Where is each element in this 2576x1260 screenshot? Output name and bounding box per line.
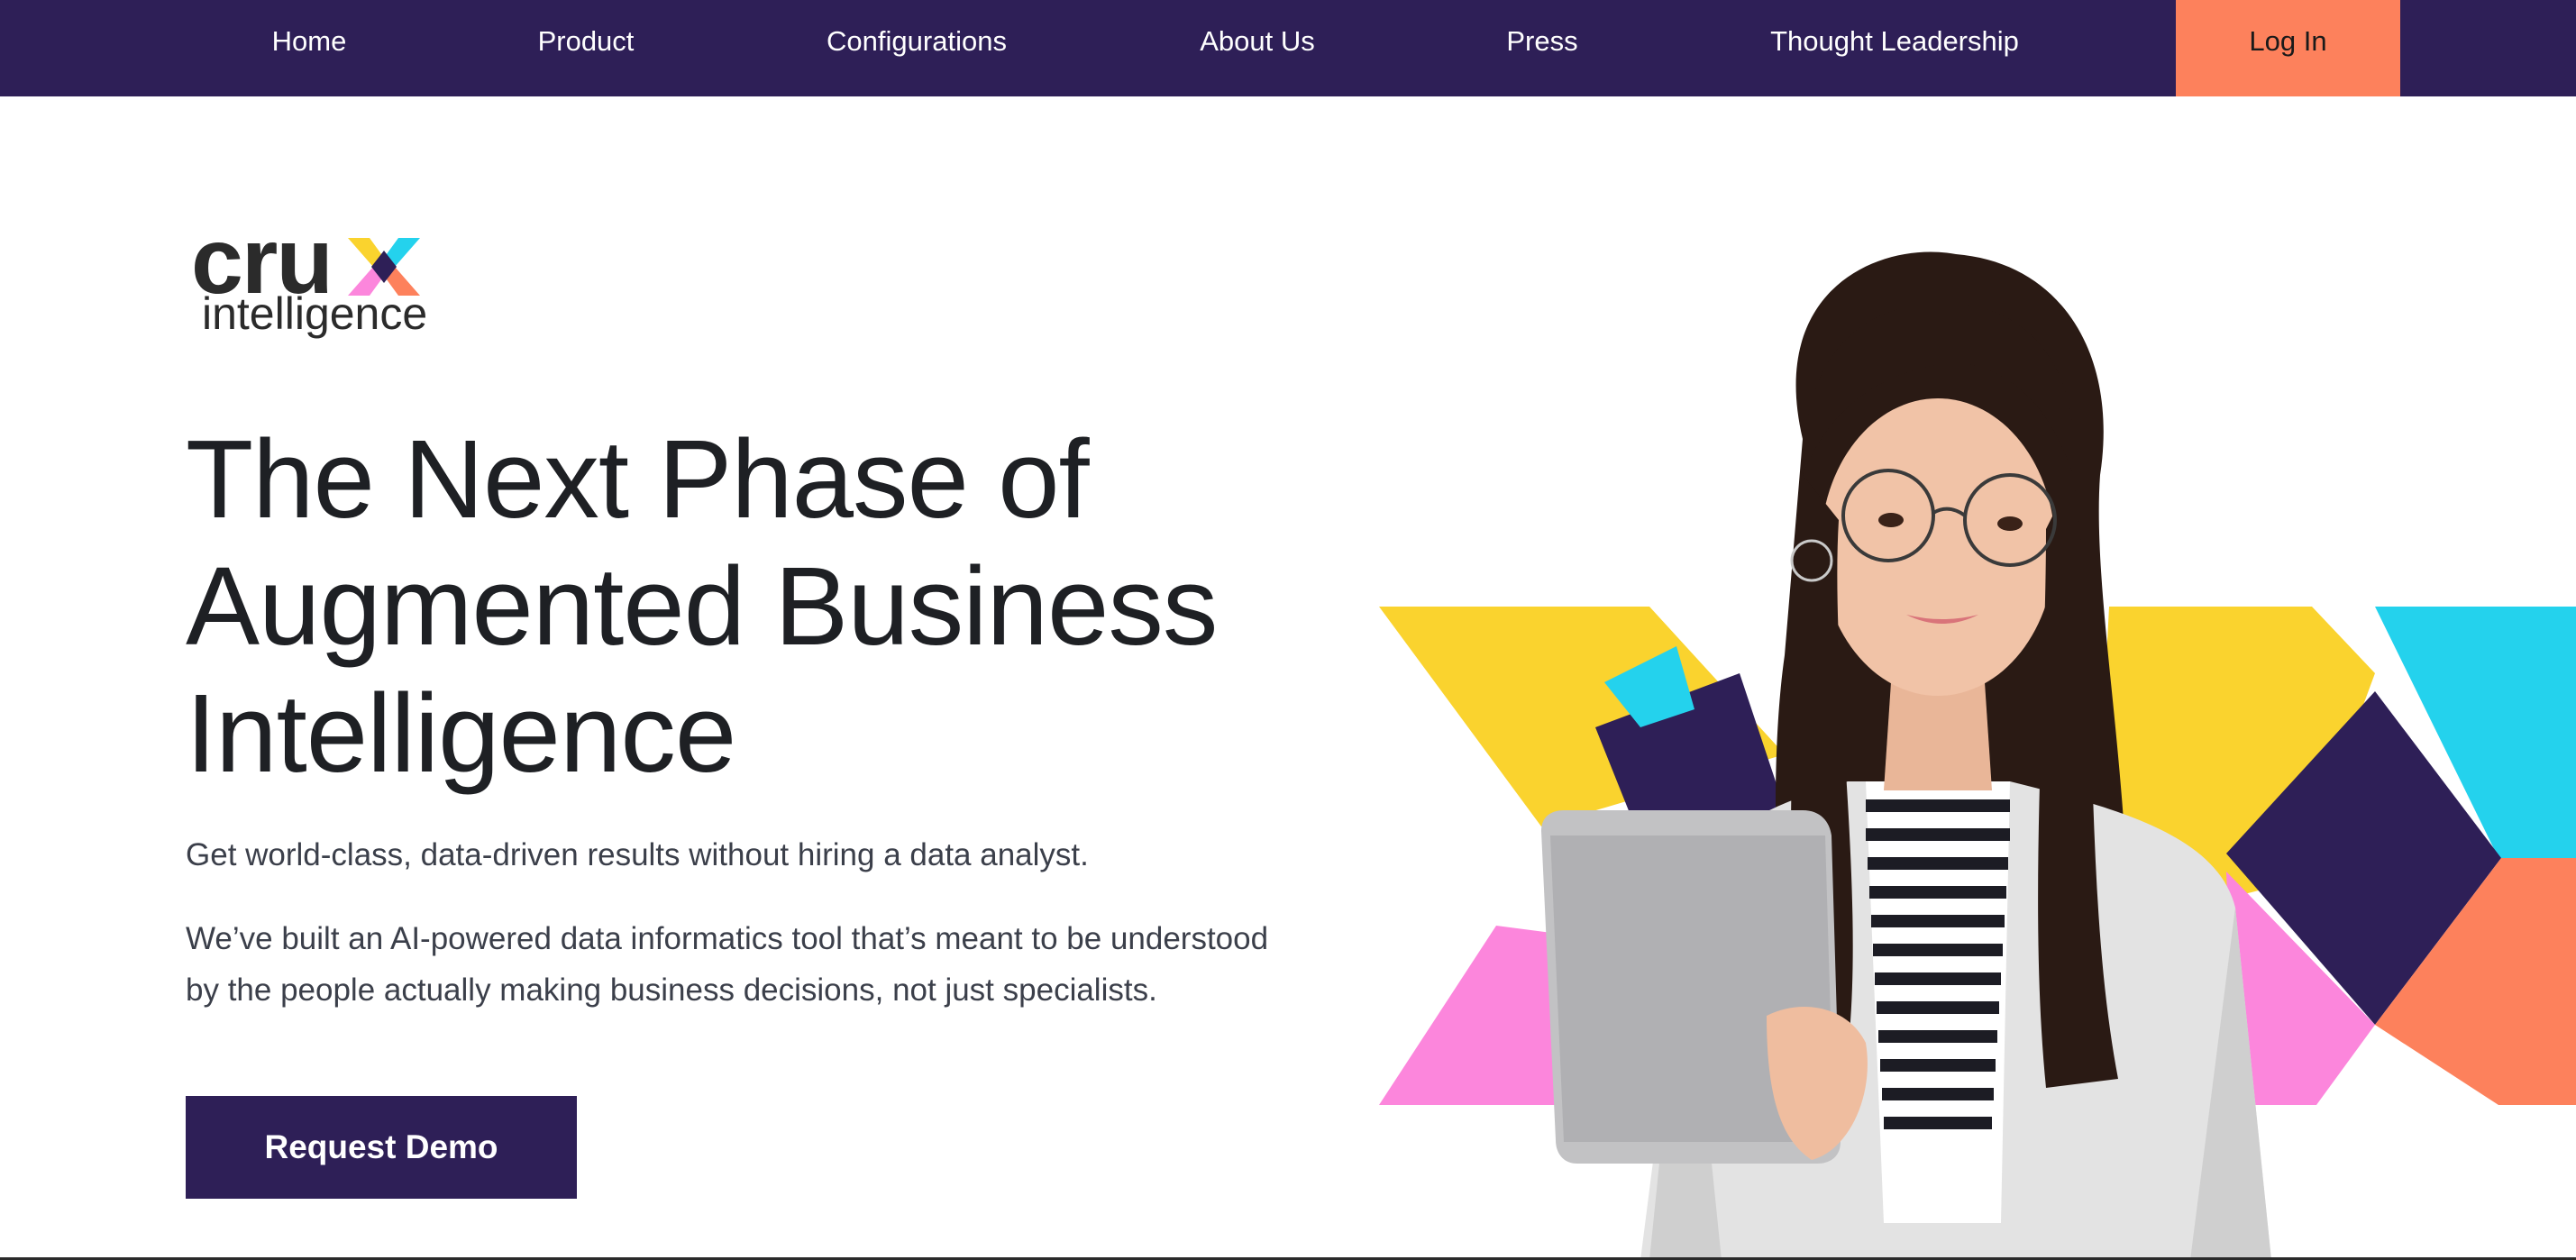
hero-body: We’ve built an AI-powered data informati…	[186, 913, 1357, 1016]
nav-item-home[interactable]: Home	[272, 0, 347, 96]
hero-body-line-2: by the people actually making business d…	[186, 972, 1157, 1008]
nav-item-configurations[interactable]: Configurations	[827, 0, 1007, 96]
hero-subhead: Get world-class, data-driven results wit…	[186, 837, 1089, 872]
headline-line-1: The Next Phase of	[186, 418, 1090, 542]
nav-item-press[interactable]: Press	[1506, 0, 1577, 96]
hero-illustration	[1379, 251, 2576, 1260]
striped-shirt	[1866, 781, 2010, 1223]
headline-line-3: Intelligence	[186, 672, 736, 796]
hero-headline: The Next Phase of Augmented Business Int…	[186, 416, 1357, 798]
request-demo-button[interactable]: Request Demo	[186, 1096, 577, 1199]
nav-item-thought-leadership[interactable]: Thought Leadership	[1770, 0, 2019, 96]
logo-subtext: intelligence	[202, 288, 428, 339]
nav-item-product[interactable]: Product	[538, 0, 635, 96]
nav-item-about-us[interactable]: About Us	[1200, 0, 1315, 96]
landing-page: Home Product Configurations About Us Pre…	[0, 0, 2576, 1260]
login-button[interactable]: Log In	[2176, 0, 2400, 96]
crux-logo[interactable]: cru intelligence	[187, 215, 431, 342]
hero-body-line-1: We’ve built an AI-powered data informati…	[186, 921, 1269, 956]
headline-line-2: Augmented Business	[186, 545, 1218, 669]
top-navigation: Home Product Configurations About Us Pre…	[0, 0, 2576, 96]
